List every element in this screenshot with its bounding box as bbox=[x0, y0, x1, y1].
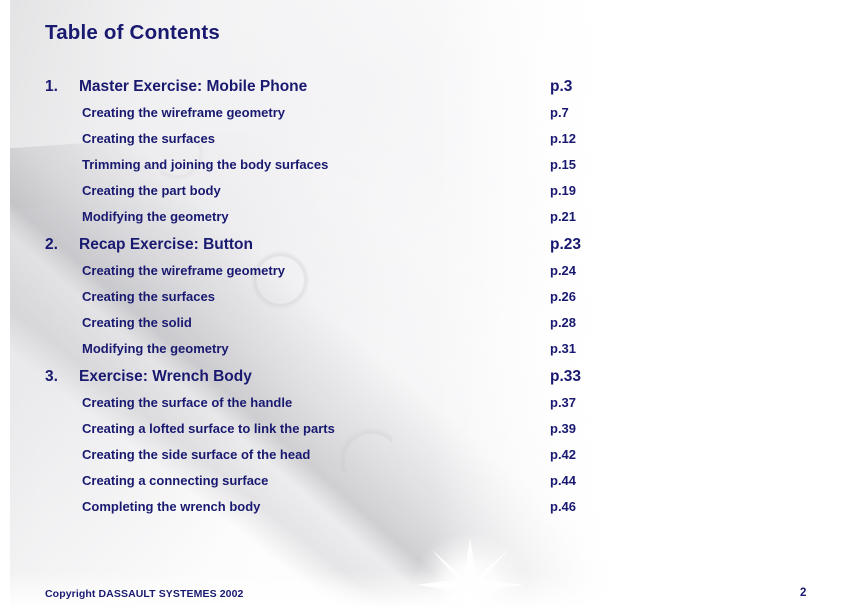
toc-sub-item-label: Creating a connecting surface bbox=[82, 473, 269, 488]
toc-sub-item-label: Creating the surface of the handle bbox=[82, 395, 293, 410]
toc-sub-item-page: p.39 bbox=[550, 421, 577, 436]
page-title: Table of Contents bbox=[45, 21, 220, 44]
toc-sub-item-page: p.37 bbox=[550, 395, 577, 410]
slide-canvas: Table of Contents 1. Master Exercise: Mo… bbox=[0, 0, 851, 615]
toc-sub-item-page: p.7 bbox=[550, 105, 569, 120]
toc-sub-item[interactable]: Completing the wrench body p.46 bbox=[0, 494, 851, 520]
toc-sub-item-page: p.28 bbox=[550, 315, 577, 330]
toc-sub-item[interactable]: Creating the solid p.28 bbox=[0, 310, 851, 336]
toc-sub-item-page: p.21 bbox=[550, 209, 577, 224]
toc-section-title: Exercise: Wrench Body bbox=[79, 368, 252, 385]
toc-sub-item-label: Creating the solid bbox=[82, 315, 192, 330]
toc-sub-item[interactable]: Creating the surfaces p.26 bbox=[0, 284, 851, 310]
toc-sub-item[interactable]: Creating the part body p.19 bbox=[0, 178, 851, 204]
slide-content: Table of Contents 1. Master Exercise: Mo… bbox=[0, 0, 851, 615]
footer-page-number: 2 bbox=[800, 587, 807, 599]
toc-sub-item-page: p.19 bbox=[550, 183, 577, 198]
toc-section-title: Recap Exercise: Button bbox=[79, 236, 253, 253]
toc-sub-item-label: Trimming and joining the body surfaces bbox=[82, 157, 329, 172]
toc-sub-item-label: Creating the surfaces bbox=[82, 289, 215, 304]
toc-sub-item-page: p.24 bbox=[550, 263, 577, 278]
toc-sub-item-label: Creating the part body bbox=[82, 183, 221, 198]
toc-sub-item-page: p.15 bbox=[550, 157, 577, 172]
toc-section-number: 2. bbox=[45, 236, 58, 253]
toc-section-page: p.23 bbox=[550, 236, 582, 253]
toc-section-page: p.33 bbox=[550, 368, 582, 385]
toc-sub-item[interactable]: Creating a connecting surface p.44 bbox=[0, 468, 851, 494]
toc-section: 2. Recap Exercise: Button p.23 Creating … bbox=[0, 232, 851, 362]
toc-sub-item-page: p.26 bbox=[550, 289, 577, 304]
toc-sub-item-label: Modifying the geometry bbox=[82, 341, 229, 356]
footer-copyright: Copyright DASSAULT SYSTEMES 2002 bbox=[45, 588, 244, 600]
toc-sub-item[interactable]: Creating the wireframe geometry p.7 bbox=[0, 100, 851, 126]
toc-section-title: Master Exercise: Mobile Phone bbox=[79, 78, 308, 95]
toc-sub-item[interactable]: Creating the surfaces p.12 bbox=[0, 126, 851, 152]
toc-section-header[interactable]: 1. Master Exercise: Mobile Phone p.3 bbox=[0, 74, 851, 100]
toc-sub-item[interactable]: Creating the side surface of the head p.… bbox=[0, 442, 851, 468]
toc-sub-item-label: Modifying the geometry bbox=[82, 209, 229, 224]
table-of-contents-list: 1. Master Exercise: Mobile Phone p.3 Cre… bbox=[0, 74, 851, 520]
toc-sub-item-page: p.44 bbox=[550, 473, 577, 488]
toc-sub-item-page: p.31 bbox=[550, 341, 577, 356]
toc-sub-item-page: p.46 bbox=[550, 499, 577, 514]
toc-section: 1. Master Exercise: Mobile Phone p.3 Cre… bbox=[0, 74, 851, 230]
toc-section-number: 3. bbox=[45, 368, 58, 385]
toc-sub-item[interactable]: Creating the wireframe geometry p.24 bbox=[0, 258, 851, 284]
toc-section-page: p.3 bbox=[550, 78, 573, 95]
toc-sub-item[interactable]: Modifying the geometry p.21 bbox=[0, 204, 851, 230]
toc-sub-item[interactable]: Modifying the geometry p.31 bbox=[0, 336, 851, 362]
toc-section-number: 1. bbox=[45, 78, 58, 95]
toc-section-header[interactable]: 2. Recap Exercise: Button p.23 bbox=[0, 232, 851, 258]
toc-section-header[interactable]: 3. Exercise: Wrench Body p.33 bbox=[0, 364, 851, 390]
toc-sub-item-page: p.12 bbox=[550, 131, 577, 146]
toc-sub-item[interactable]: Creating the surface of the handle p.37 bbox=[0, 390, 851, 416]
toc-sub-item-label: Creating the wireframe geometry bbox=[82, 263, 286, 278]
toc-sub-item-label: Creating the side surface of the head bbox=[82, 447, 311, 462]
toc-section: 3. Exercise: Wrench Body p.33 Creating t… bbox=[0, 364, 851, 520]
toc-sub-item[interactable]: Creating a lofted surface to link the pa… bbox=[0, 416, 851, 442]
toc-sub-item-label: Creating the surfaces bbox=[82, 131, 215, 146]
toc-sub-item-label: Creating the wireframe geometry bbox=[82, 105, 286, 120]
toc-sub-item-label: Completing the wrench body bbox=[82, 499, 261, 514]
toc-sub-item-page: p.42 bbox=[550, 447, 577, 462]
toc-sub-item[interactable]: Trimming and joining the body surfaces p… bbox=[0, 152, 851, 178]
toc-sub-item-label: Creating a lofted surface to link the pa… bbox=[82, 421, 335, 436]
